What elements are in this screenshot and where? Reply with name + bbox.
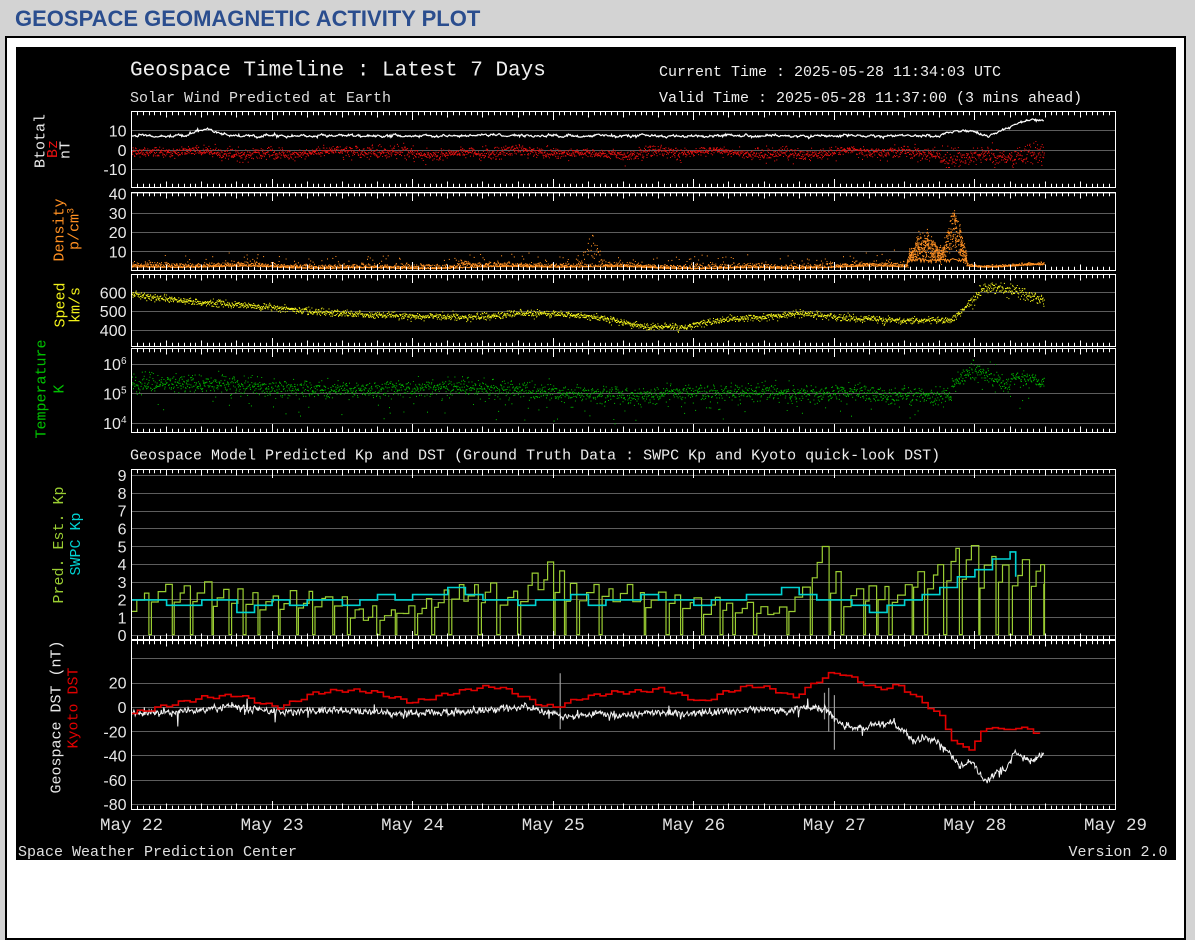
svg-text:May 27: May 27 [803, 816, 866, 836]
svg-text:-80: -80 [103, 797, 126, 814]
svg-text:5: 5 [118, 539, 127, 556]
svg-text:-40: -40 [103, 749, 126, 766]
svg-text:Geospace Model Predicted Kp an: Geospace Model Predicted Kp and DST (Gro… [130, 448, 940, 465]
svg-text:Space Weather Prediction Cente: Space Weather Prediction Center [18, 844, 297, 860]
svg-text:May 28: May 28 [943, 816, 1006, 836]
svg-text:Solar Wind Predicted at Earth: Solar Wind Predicted at Earth [130, 90, 391, 107]
svg-text:400: 400 [100, 323, 127, 340]
svg-text:km/s: km/s [68, 287, 85, 323]
svg-text:4: 4 [118, 557, 127, 574]
svg-text:20: 20 [109, 676, 127, 693]
svg-text:Version 2.0: Version 2.0 [1068, 844, 1167, 860]
svg-text:8: 8 [118, 486, 127, 503]
svg-text:9: 9 [118, 468, 127, 485]
svg-text:May 29: May 29 [1084, 816, 1147, 836]
svg-text:0: 0 [118, 143, 127, 160]
svg-text:30: 30 [109, 206, 127, 223]
svg-text:p/cm3: p/cm3 [67, 208, 84, 250]
svg-text:May 22: May 22 [100, 816, 163, 836]
svg-text:600: 600 [100, 285, 127, 302]
svg-text:2: 2 [118, 593, 127, 610]
svg-text:10: 10 [109, 244, 127, 261]
svg-text:May 24: May 24 [381, 816, 444, 836]
svg-text:-20: -20 [103, 724, 126, 741]
svg-text:nT: nT [58, 141, 75, 159]
svg-text:-60: -60 [103, 773, 126, 790]
svg-text:Geospace DST (nT): Geospace DST (nT) [49, 640, 66, 793]
svg-text:K: K [52, 384, 69, 393]
svg-text:-10: -10 [103, 162, 126, 179]
svg-text:7: 7 [118, 504, 127, 521]
svg-text:1: 1 [118, 610, 127, 627]
svg-text:May 23: May 23 [241, 816, 304, 836]
svg-text:Pred. Est. Kp: Pred. Est. Kp [51, 486, 68, 603]
svg-text:20: 20 [109, 225, 127, 242]
svg-text:Geospace Timeline : Latest 7 D: Geospace Timeline : Latest 7 Days [130, 60, 546, 83]
svg-text:10: 10 [109, 124, 127, 141]
svg-text:Current Time : 2025-05-28 11:3: Current Time : 2025-05-28 11:34:03 UTC [659, 64, 1001, 81]
svg-text:40: 40 [109, 187, 127, 204]
svg-text:Valid Time : 2025-05-28 11:37:: Valid Time : 2025-05-28 11:37:00 (3 mins… [659, 90, 1082, 107]
svg-text:SWPC Kp: SWPC Kp [68, 512, 85, 575]
svg-text:0: 0 [118, 628, 127, 645]
svg-text:500: 500 [100, 304, 127, 321]
svg-text:May 26: May 26 [662, 816, 725, 836]
svg-text:Kyoto DST: Kyoto DST [66, 667, 83, 748]
svg-text:6: 6 [118, 522, 127, 539]
svg-text:Temperature: Temperature [34, 339, 51, 438]
svg-text:May 25: May 25 [522, 816, 585, 836]
svg-text:3: 3 [118, 575, 127, 592]
svg-text:0: 0 [118, 700, 127, 717]
